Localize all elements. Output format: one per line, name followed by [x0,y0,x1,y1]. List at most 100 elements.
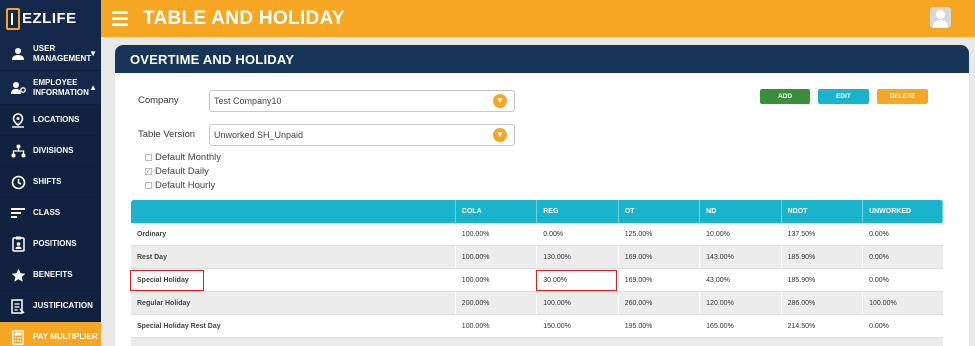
sidebar-item-locations[interactable]: LOCATIONS [0,105,101,136]
company-select-value: Test Company10 [214,96,282,106]
checkbox-box[interactable] [145,154,152,161]
sidebar-item-label: CLASS [33,208,61,217]
table-cell: 185.90% [782,269,864,291]
employee-icon [9,80,27,96]
star-icon [9,267,27,283]
table-cell: 100.00% [456,315,538,337]
table-row[interactable]: Rest Day 100.00% 130.00% 169.00% 143.00%… [131,246,943,269]
sidebar-item-label: POSITIONS [33,239,77,248]
edit-button[interactable]: EDIT [818,89,869,104]
add-button[interactable]: ADD [760,89,810,104]
table-cell: 100.00% [456,246,538,268]
checkbox-label: Default Daily [155,166,209,177]
column-header-unworked[interactable]: UNWORKED [863,200,944,223]
sidebar-item-class[interactable]: CLASS [0,198,101,229]
highlight-box [536,270,618,291]
table-cell: 100.00% [537,292,619,314]
user-icon [9,46,27,62]
checkbox-label: Default Monthly [155,152,222,163]
sidebar-item-shifts[interactable]: SHIFTS [0,167,101,198]
chevron-down-icon[interactable]: ▼ [493,94,507,108]
sidebar-item-positions[interactable]: POSITIONS [0,229,101,260]
row-label: Special Holiday [130,269,456,291]
chevron-down-icon[interactable]: ▼ [493,128,507,142]
table-row [131,338,943,346]
table-cell: 143.00% [700,246,782,268]
table-cell: 169.00% [619,246,701,268]
sidebar-item-label: SHIFTS [33,177,62,186]
table-version-label: Table Version [138,129,196,140]
company-label: Company [138,95,179,106]
logo-icon [6,7,20,30]
column-header [131,200,456,223]
table-cell: 0.00% [537,223,619,245]
highlight-box [130,270,204,291]
table-cell: 100.00% [456,269,538,291]
table-row[interactable]: Regular Holiday 200.00% 100.00% 260.00% … [131,292,943,315]
checkbox-label: Default Hourly [155,180,216,191]
user-avatar[interactable] [930,7,951,28]
card-title: OVERTIME AND HOLIDAY [115,45,969,73]
table-version-select[interactable]: Unworked SH_Unpaid ▼ [209,124,515,146]
company-select[interactable]: Test Company10 ▼ [209,90,515,112]
default-daily-checkbox[interactable]: ✓ Default Daily [145,166,209,177]
checkbox-box[interactable] [145,182,152,189]
caret-down-icon: ▼ [89,49,97,58]
caret-up-icon: ▲ [89,83,97,92]
table-cell: 214.50% [782,315,864,337]
row-label: Regular Holiday [131,292,456,314]
sidebar-item-divisions[interactable]: DIVISIONS [0,136,101,167]
multiplier-table: COLA REG OT ND NDOT UNWORKED Ordinary 10… [130,200,944,346]
table-row[interactable]: Ordinary 100.00% 0.00% 125.00% 10.00% 13… [131,223,943,246]
sidebar-item-employee-information[interactable]: EMPLOYEE INFORMATION ▲ [0,71,101,105]
sidebar-item-label: DIVISIONS [33,146,74,155]
table-cell: 0.00% [869,322,889,330]
table-cell: 100.00% [456,223,538,245]
top-header: TABLE AND HOLIDAY [101,0,975,37]
table-cell: 125.00% [619,223,701,245]
default-hourly-checkbox[interactable]: Default Hourly [145,180,215,191]
column-header-ndot[interactable]: NDOT [782,200,864,223]
table-cell: 10.00% [700,223,782,245]
default-monthly-checkbox[interactable]: Default Monthly [145,152,221,163]
sidebar-item-pay-multiplier[interactable]: PAY MULTIPLIER [0,322,101,346]
table-cell: 0.00% [869,253,889,261]
hamburger-menu-icon[interactable] [112,8,128,29]
overtime-holiday-card: OVERTIME AND HOLIDAY Company Test Compan… [115,45,969,346]
table-row[interactable]: Special Holiday 100.00% 30.00% 169.00% 4… [130,269,943,292]
table-version-select-value: Unworked SH_Unpaid [214,130,304,140]
table-cell: 195.00% [619,315,701,337]
sidebar-item-user-management[interactable]: USER MANAGEMENT ▼ [0,37,101,71]
column-header-nd[interactable]: ND [700,200,782,223]
badge-icon [9,236,27,252]
table-cell: 130.00% [537,246,619,268]
sidebar-item-label: BENEFITS [33,270,73,279]
row-label: Ordinary [131,223,456,245]
row-label: Rest Day [131,246,456,268]
table-cell: 169.00% [619,269,701,291]
sidebar-item-benefits[interactable]: BENEFITS [0,260,101,291]
table-cell: 260.00% [619,292,701,314]
delete-button[interactable]: DELETE [877,89,928,104]
table-cell: 0.00% [869,230,889,238]
table-cell: 100.00% [869,299,897,307]
column-header-reg[interactable]: REG [537,200,619,223]
logo-text: EZLIFE [22,10,77,27]
column-header-cola[interactable]: COLA [456,200,538,223]
sidebar-item-justification[interactable]: JUSTIFICATION [0,291,101,322]
sidebar: EZLIFE USER MANAGEMENT ▼ EMPLOYEE INFORM… [0,0,101,346]
calculator-icon [9,329,27,345]
hierarchy-icon [9,143,27,159]
sidebar-item-label: JUSTIFICATION [33,301,93,310]
table-cell: 43.00% [700,269,782,291]
table-cell: 0.00% [869,276,889,284]
checkbox-box[interactable]: ✓ [145,168,152,175]
lines-icon [9,205,27,221]
column-header-ot[interactable]: OT [619,200,701,223]
table-cell: 185.90% [782,246,864,268]
page-title: TABLE AND HOLIDAY [143,7,345,29]
table-cell: 120.00% [700,292,782,314]
table-row[interactable]: Special Holiday Rest Day 100.00% 150.00%… [131,315,943,338]
table-cell: 30.00% [536,269,619,291]
table-header-row: COLA REG OT ND NDOT UNWORKED [131,200,944,223]
